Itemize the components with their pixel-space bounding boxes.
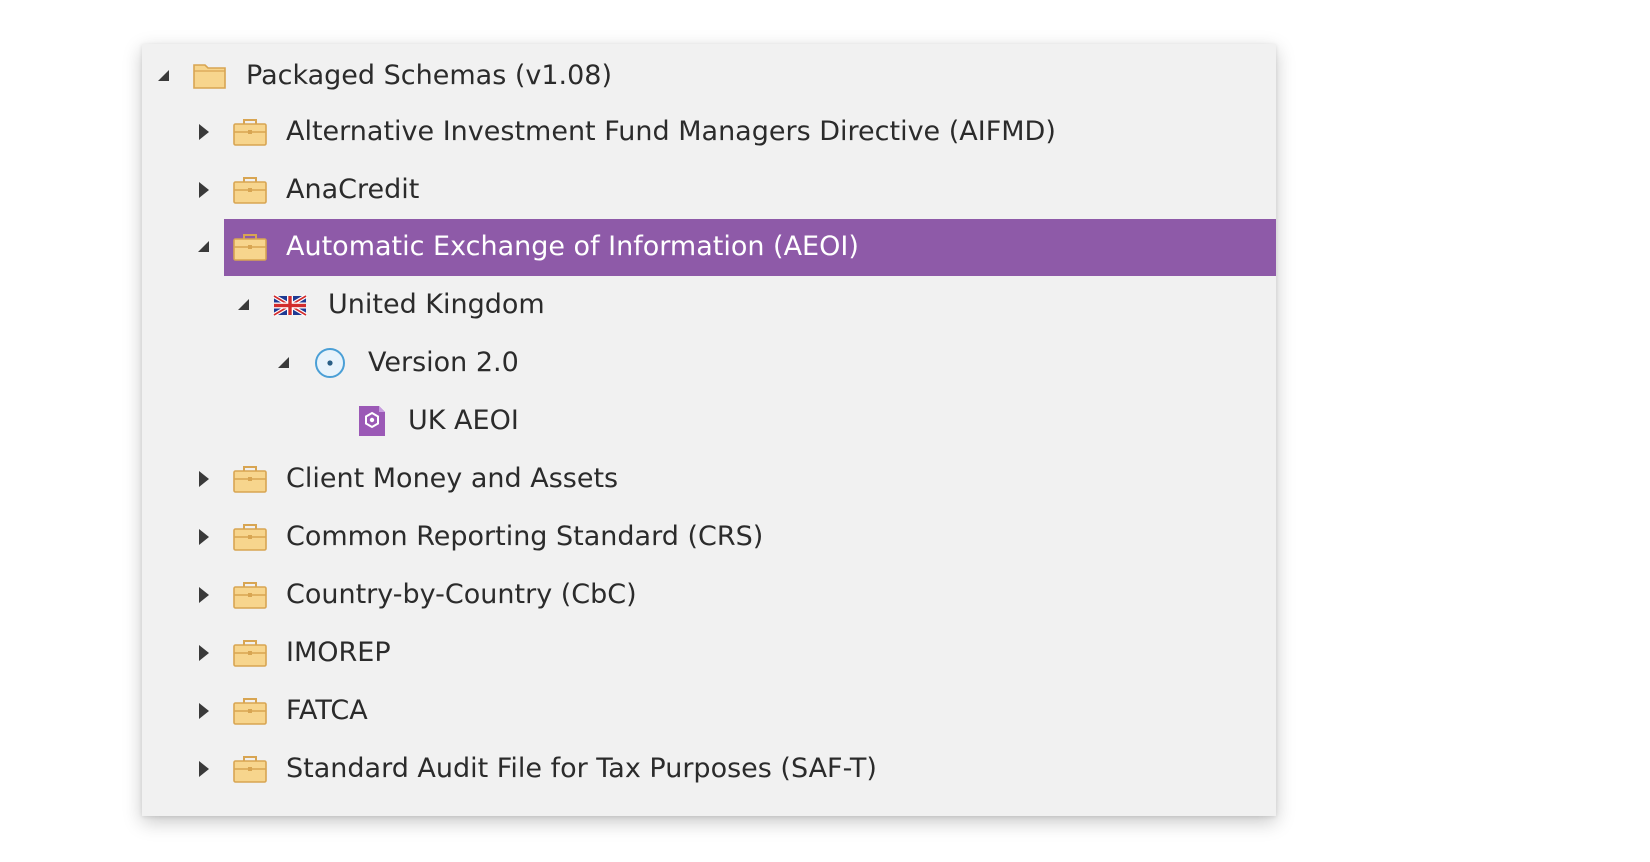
tree-node-label: Version 2.0: [368, 347, 519, 378]
briefcase-icon: [232, 753, 268, 785]
tree-node-label: Common Reporting Standard (CRS): [286, 521, 764, 552]
tree-node-cbc[interactable]: Country-by-Country (CbC): [142, 566, 1276, 624]
briefcase-icon: [232, 174, 268, 206]
folder-icon: [192, 60, 228, 92]
collapse-arrow-icon[interactable]: [270, 349, 298, 377]
briefcase-icon: [232, 521, 268, 553]
expand-arrow-icon[interactable]: [190, 755, 218, 783]
tree-node-label: IMOREP: [286, 637, 391, 668]
tree-node-packaged-schemas[interactable]: Packaged Schemas (v1.08): [142, 47, 1276, 105]
tree-node-label: Alternative Investment Fund Managers Dir…: [286, 116, 1056, 147]
collapse-arrow-icon[interactable]: [150, 62, 178, 90]
tree-node-label: Automatic Exchange of Information (AEOI): [286, 231, 859, 262]
tree-node-aeoi[interactable]: Automatic Exchange of Information (AEOI): [142, 218, 1276, 276]
tree-node-label: AnaCredit: [286, 174, 420, 205]
tree-node-version-2-0[interactable]: Version 2.0: [142, 334, 1276, 392]
uk-flag-icon: [272, 289, 308, 321]
expand-arrow-icon[interactable]: [190, 176, 218, 204]
expand-arrow-icon[interactable]: [190, 639, 218, 667]
briefcase-icon: [232, 637, 268, 669]
version-disc-icon: [312, 347, 348, 379]
briefcase-icon: [232, 695, 268, 727]
tree-node-label: FATCA: [286, 695, 368, 726]
tree-node-label: United Kingdom: [328, 289, 545, 320]
tree-node-aifmd[interactable]: Alternative Investment Fund Managers Dir…: [142, 103, 1276, 161]
collapse-arrow-icon[interactable]: [230, 291, 258, 319]
tree-node-united-kingdom[interactable]: United Kingdom: [142, 276, 1276, 334]
tree-node-imorep[interactable]: IMOREP: [142, 624, 1276, 682]
tree-node-fatca[interactable]: FATCA: [142, 682, 1276, 740]
tree-node-saf-t[interactable]: Standard Audit File for Tax Purposes (SA…: [142, 740, 1276, 798]
expand-arrow-icon[interactable]: [190, 581, 218, 609]
tree-node-label: Client Money and Assets: [286, 463, 619, 494]
briefcase-icon: [232, 579, 268, 611]
expand-arrow-icon[interactable]: [190, 465, 218, 493]
tree-node-label: Standard Audit File for Tax Purposes (SA…: [286, 753, 877, 784]
schema-tree-panel: Packaged Schemas (v1.08) Alternative Inv…: [142, 44, 1276, 816]
expand-arrow-icon[interactable]: [190, 523, 218, 551]
tree-node-client-money-and-assets[interactable]: Client Money and Assets: [142, 450, 1276, 508]
schema-tree: Packaged Schemas (v1.08) Alternative Inv…: [142, 44, 1276, 816]
tree-node-crs[interactable]: Common Reporting Standard (CRS): [142, 508, 1276, 566]
collapse-arrow-icon[interactable]: [190, 233, 218, 261]
tree-node-label: Packaged Schemas (v1.08): [246, 60, 613, 91]
tree-node-label: Country-by-Country (CbC): [286, 579, 637, 610]
expand-arrow-icon[interactable]: [190, 118, 218, 146]
briefcase-icon: [232, 463, 268, 495]
tree-node-uk-aeoi[interactable]: UK AEOI: [142, 392, 1276, 450]
schema-document-icon: [354, 405, 390, 437]
tree-node-label: UK AEOI: [408, 405, 519, 436]
tree-node-anacredit[interactable]: AnaCredit: [142, 161, 1276, 219]
briefcase-icon: [232, 231, 268, 263]
expand-arrow-icon[interactable]: [190, 697, 218, 725]
briefcase-icon: [232, 116, 268, 148]
